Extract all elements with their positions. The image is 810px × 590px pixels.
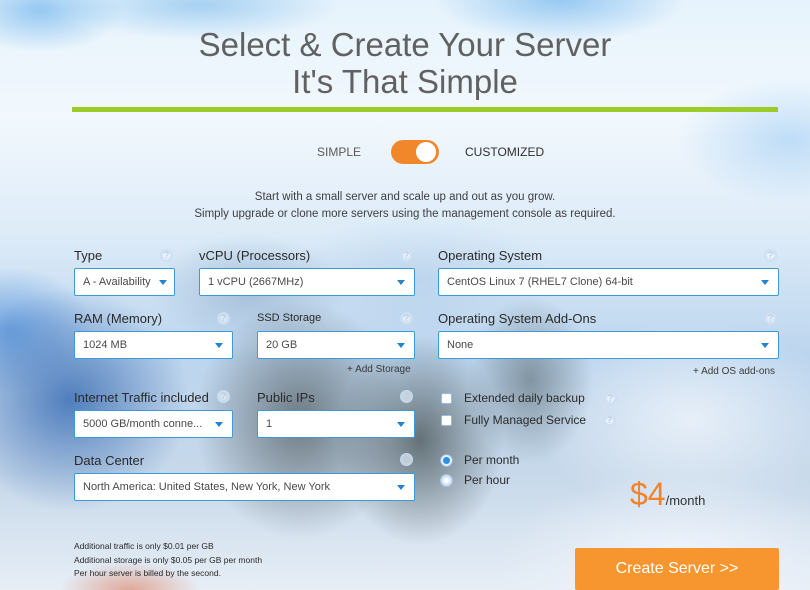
title-line-1: Select & Create Your Server: [198, 26, 612, 63]
traffic-help-icon[interactable]: ?: [217, 390, 230, 403]
datacenter-help-icon[interactable]: ?: [400, 453, 413, 466]
intro-line-1: Start with a small server and scale up a…: [254, 191, 556, 203]
type-label: Type: [74, 248, 103, 263]
extended-backup-label: Extended daily backup: [464, 391, 585, 405]
type-select[interactable]: A - Availability: [74, 268, 175, 296]
ssd-select[interactable]: 20 GB: [257, 331, 415, 359]
os-addons-select[interactable]: None: [438, 331, 779, 359]
ssd-help-icon[interactable]: ?: [400, 312, 413, 325]
vcpu-label: vCPU (Processors): [199, 248, 311, 263]
ssd-select-value: 20 GB: [266, 339, 298, 351]
billing-per-month-radio[interactable]: [441, 455, 452, 466]
traffic-select[interactable]: 5000 GB/month conne...: [74, 410, 233, 438]
ssd-label: SSD Storage: [257, 312, 322, 324]
extended-backup-help-icon[interactable]: ?: [604, 392, 617, 405]
managed-service-help-icon[interactable]: ?: [603, 414, 616, 427]
chevron-down-icon: [761, 280, 769, 285]
title-line-2: It's That Simple: [292, 63, 518, 100]
ram-select-value: 1024 MB: [83, 339, 128, 351]
datacenter-select[interactable]: North America: United States, New York, …: [74, 473, 415, 501]
os-addons-help-icon[interactable]: ?: [764, 312, 777, 325]
chevron-down-icon: [397, 422, 405, 427]
toggle-knob: [416, 142, 436, 162]
mode-toggle-switch[interactable]: [391, 140, 439, 164]
os-select-value: CentOS Linux 7 (RHEL7 Clone) 64-bit: [447, 276, 633, 288]
price-amount: $4: [630, 476, 666, 512]
intro-line-2: Simply upgrade or clone more servers usi…: [194, 208, 616, 220]
server-configurator: Select & Create Your Server It's That Si…: [0, 0, 810, 590]
billing-per-month-option[interactable]: Per month: [441, 453, 561, 469]
datacenter-label: Data Center: [74, 453, 145, 468]
ram-select[interactable]: 1024 MB: [74, 331, 233, 359]
mode-simple-label[interactable]: SIMPLE: [317, 145, 361, 159]
chevron-down-icon: [397, 343, 405, 348]
datacenter-select-value: North America: United States, New York, …: [83, 481, 331, 493]
billing-per-hour-radio[interactable]: [441, 475, 452, 486]
traffic-label: Internet Traffic included: [74, 390, 209, 405]
ram-help-icon[interactable]: ?: [217, 312, 230, 325]
os-addons-label: Operating System Add-Ons: [438, 311, 597, 326]
chevron-down-icon: [215, 422, 223, 427]
os-addons-select-value: None: [447, 339, 474, 351]
type-select-value: A - Availability: [83, 276, 151, 288]
public-ips-select-value: 1: [266, 418, 273, 430]
vcpu-select-value: 1 vCPU (2667MHz): [208, 276, 304, 288]
type-help-icon[interactable]: ?: [160, 249, 173, 262]
os-help-icon[interactable]: ?: [764, 249, 777, 262]
chevron-down-icon: [215, 343, 223, 348]
billing-per-hour-label: Per hour: [464, 473, 511, 487]
pricing-notes: Additional traffic is only $0.01 per GB …: [74, 540, 262, 581]
ram-label: RAM (Memory): [74, 311, 163, 326]
chevron-down-icon: [159, 280, 167, 285]
page-title: Select & Create Your Server It's That Si…: [0, 26, 810, 100]
price-unit: /month: [665, 493, 706, 508]
price-display: $4/month: [630, 476, 705, 513]
managed-service-label: Fully Managed Service: [464, 413, 587, 427]
billing-per-month-label: Per month: [464, 453, 520, 467]
public-ips-help-icon[interactable]: ?: [400, 390, 413, 403]
mode-toggle-row: SIMPLE CUSTOMIZED: [0, 140, 810, 164]
note-line: Per hour server is billed by the second.: [74, 568, 221, 578]
chevron-down-icon: [397, 280, 405, 285]
create-server-button[interactable]: Create Server >>: [575, 548, 779, 590]
traffic-select-value: 5000 GB/month conne...: [83, 418, 203, 430]
add-os-addons-link[interactable]: + Add OS add-ons: [693, 366, 775, 377]
title-divider: [72, 107, 778, 112]
note-line: Additional traffic is only $0.01 per GB: [74, 541, 214, 551]
mode-customized-label[interactable]: CUSTOMIZED: [465, 145, 544, 159]
chevron-down-icon: [761, 343, 769, 348]
public-ips-select[interactable]: 1: [257, 410, 415, 438]
extended-backup-checkbox[interactable]: [441, 393, 452, 404]
os-label: Operating System: [438, 248, 543, 263]
managed-service-checkbox[interactable]: [441, 415, 452, 426]
chevron-down-icon: [397, 485, 405, 490]
note-line: Additional storage is only $0.05 per GB …: [74, 554, 263, 565]
os-select[interactable]: CentOS Linux 7 (RHEL7 Clone) 64-bit: [438, 268, 779, 296]
add-storage-link[interactable]: + Add Storage: [347, 364, 411, 375]
public-ips-label: Public IPs: [257, 390, 315, 405]
intro-text: Start with a small server and scale up a…: [0, 189, 810, 223]
billing-per-hour-option[interactable]: Per hour: [441, 473, 561, 489]
vcpu-help-icon[interactable]: ?: [400, 249, 413, 262]
vcpu-select[interactable]: 1 vCPU (2667MHz): [199, 268, 415, 296]
